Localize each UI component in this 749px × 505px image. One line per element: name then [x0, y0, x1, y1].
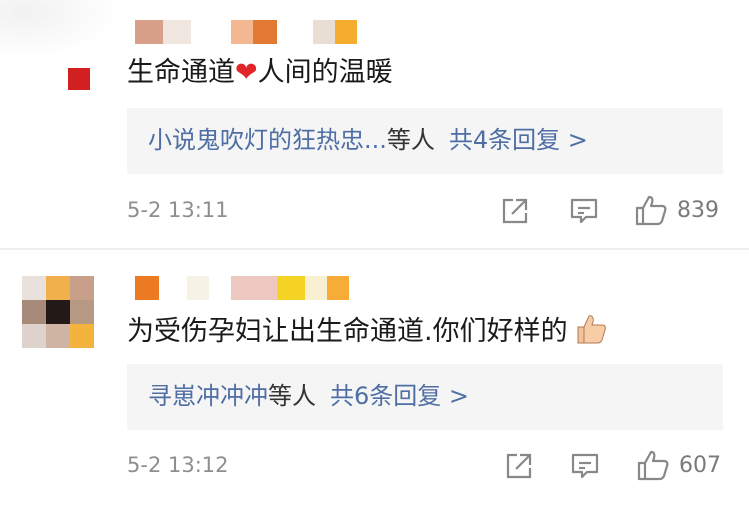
reply-usernames[interactable]: 小说鬼吹灯的狂热忠...	[148, 126, 387, 154]
avatar[interactable]	[22, 276, 94, 348]
reply-suffix: 等人	[386, 126, 435, 154]
heart-icon: ❤	[235, 57, 258, 88]
reply-preview[interactable]: 小说鬼吹灯的狂热忠...等人 共4条回复 >	[127, 108, 723, 174]
thumbs-up-emoji-icon	[574, 312, 608, 349]
reply-count-link[interactable]: 共4条回复 >	[449, 126, 588, 154]
share-icon[interactable]	[504, 451, 534, 481]
comment-icon[interactable]	[569, 196, 599, 226]
comment-item: 为受伤孕妇让出生命通道.你们好样的 寻崽冲冲冲等人 共6条回复 > 5-2 13:…	[0, 258, 749, 505]
timestamp: 5-2 13:12	[127, 453, 229, 477]
thumbs-up-icon[interactable]	[636, 449, 670, 481]
comment-icon[interactable]	[570, 451, 600, 481]
comment-text: 为受伤孕妇让出生命通道.你们好样的	[127, 312, 608, 349]
username-mosaic[interactable]	[135, 276, 349, 300]
avatar[interactable]	[68, 68, 90, 90]
thumbs-up-icon[interactable]	[634, 194, 668, 226]
reply-usernames[interactable]: 寻崽冲冲冲	[148, 382, 268, 410]
avatar-blur	[0, 0, 120, 60]
comment-item: 生命通道❤人间的温暖 小说鬼吹灯的狂热忠...等人 共4条回复 > 5-2 13:…	[0, 0, 749, 250]
username-mosaic[interactable]	[135, 20, 357, 44]
reply-count-link[interactable]: 共6条回复 >	[330, 382, 469, 410]
like-count: 839	[677, 198, 719, 223]
reply-suffix: 等人	[268, 382, 316, 410]
reply-preview[interactable]: 寻崽冲冲冲等人 共6条回复 >	[127, 364, 723, 430]
comment-text: 生命通道❤人间的温暖	[127, 57, 393, 88]
share-icon[interactable]	[500, 196, 530, 226]
divider	[0, 248, 749, 250]
like-count: 607	[679, 453, 721, 478]
timestamp: 5-2 13:11	[127, 198, 229, 222]
